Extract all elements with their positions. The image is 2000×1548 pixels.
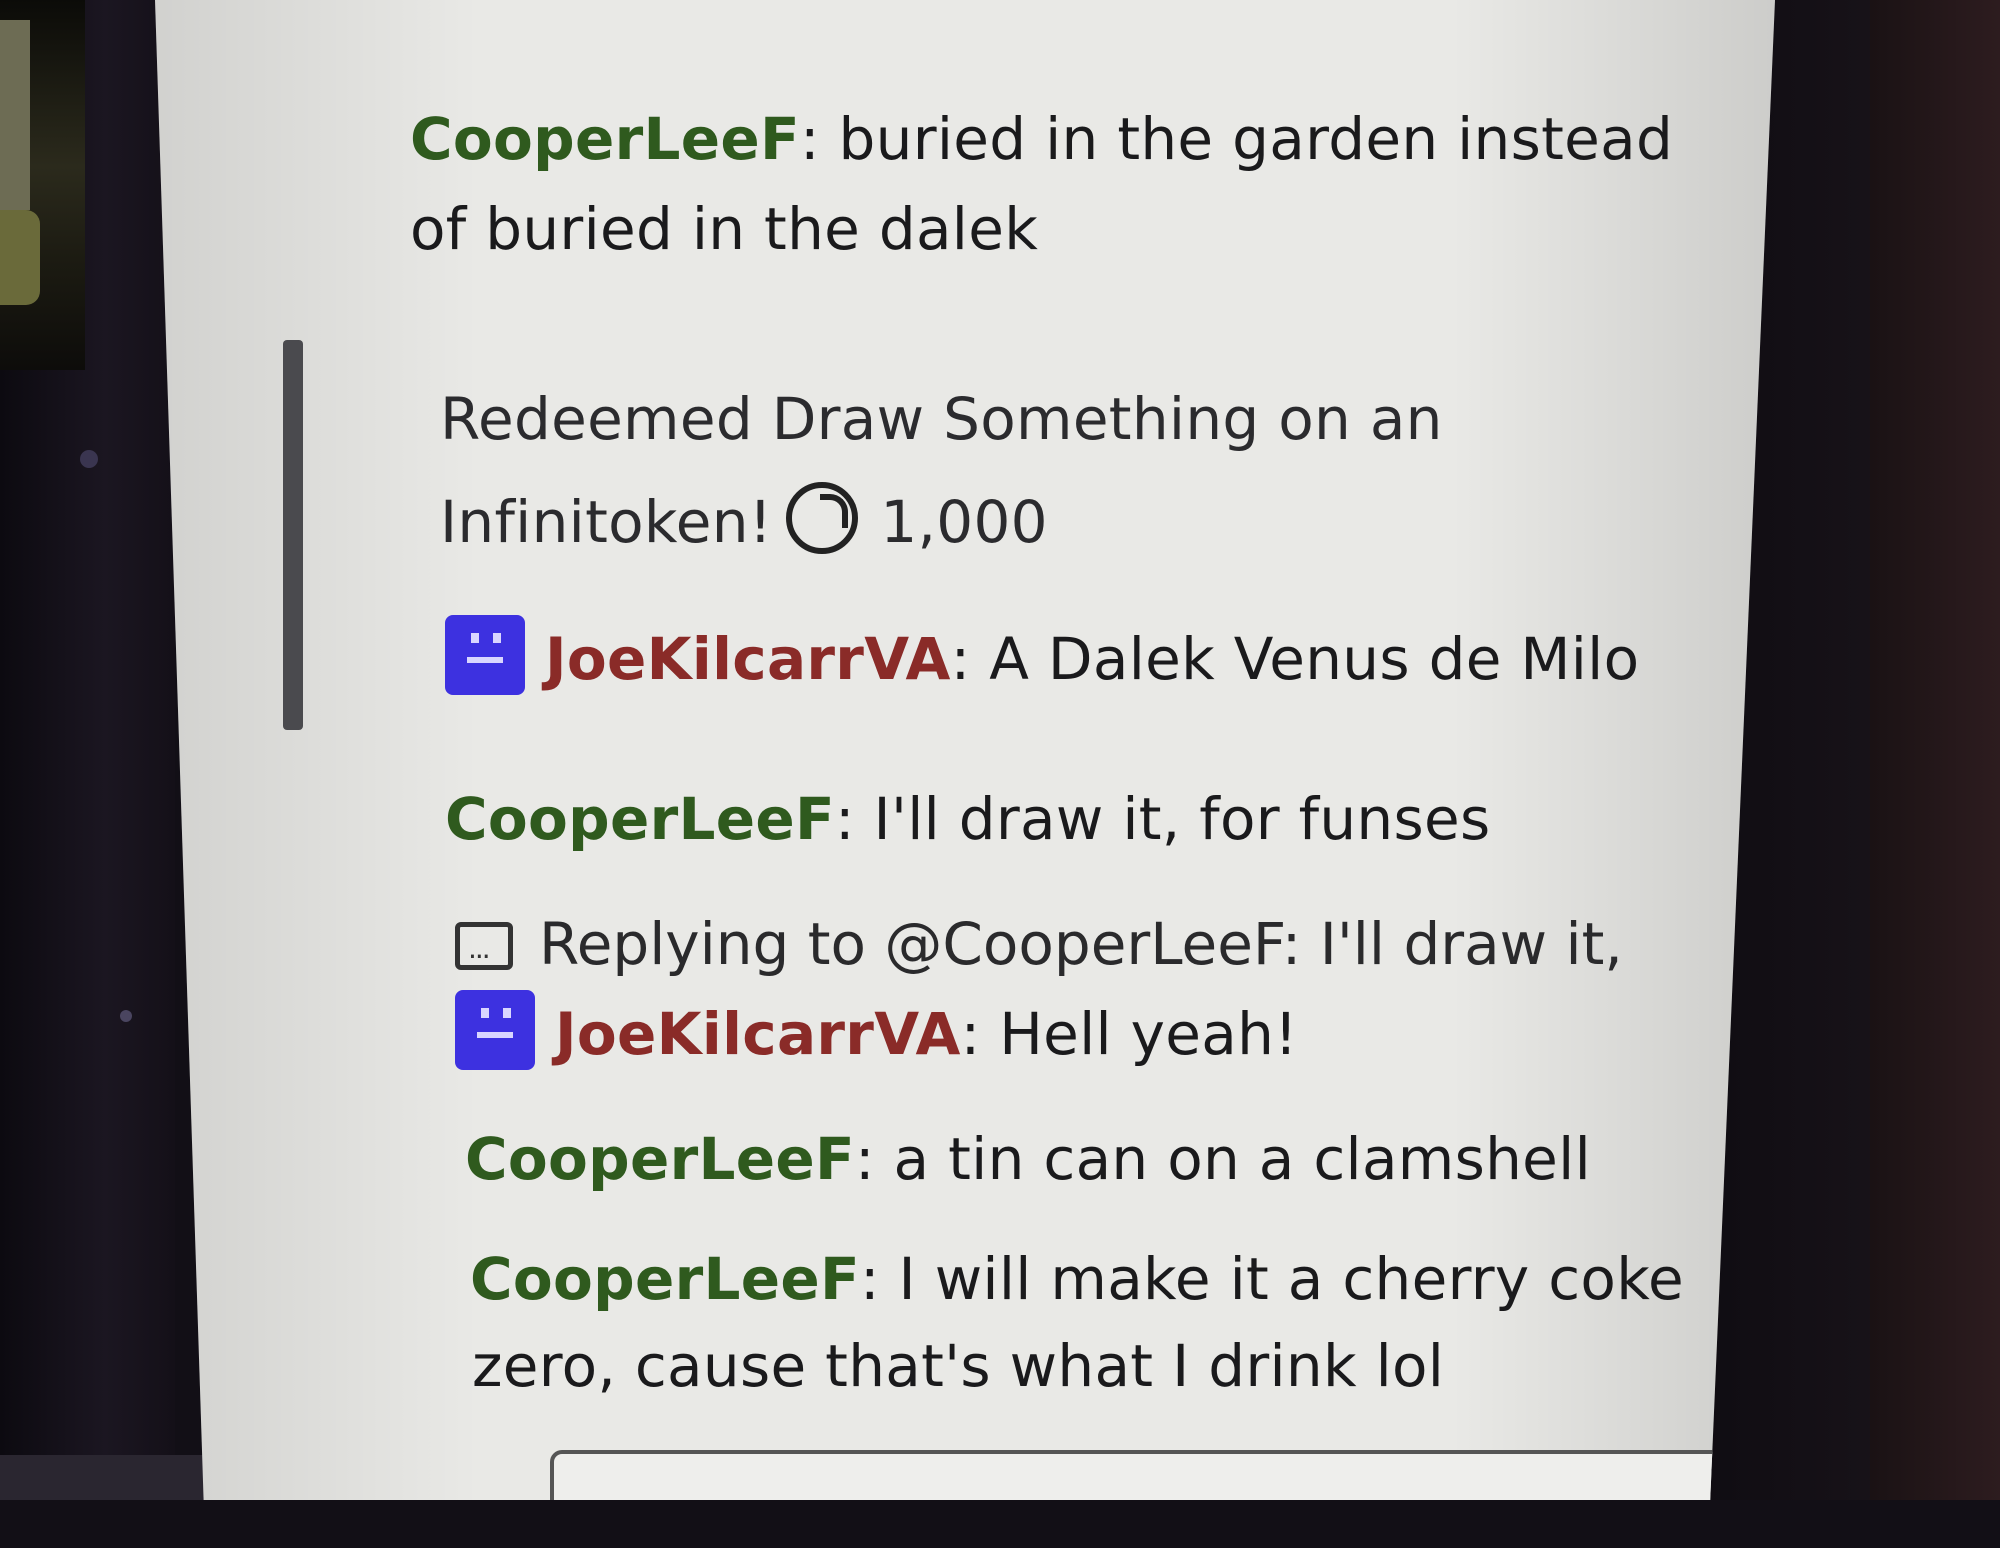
chat-message-continuation: zero, cause that's what I drink lol [472, 1322, 1444, 1410]
redeem-text: Infinitoken! [440, 488, 773, 556]
left-bezel [0, 0, 255, 1500]
message-colon: : [960, 1000, 1000, 1068]
channel-points-icon [786, 482, 859, 554]
chat-username[interactable]: CooperLeeF [470, 1245, 860, 1313]
chat-message: CooperLeeF: I will make it a cherry coke [470, 1235, 1684, 1323]
message-text: Hell yeah! [999, 1000, 1298, 1068]
thumbnail-shape [0, 20, 30, 210]
message-colon: : [859, 1245, 899, 1313]
redeem-message-line2: Infinitoken! 1,000 [440, 478, 1048, 566]
message-colon: : [799, 105, 839, 173]
subscriber-badge-icon[interactable] [445, 615, 525, 695]
redeem-highlight-bar [283, 340, 303, 730]
subscriber-badge-icon[interactable] [455, 990, 535, 1070]
chat-username[interactable]: CooperLeeF [410, 105, 800, 173]
redeem-message: Redeemed Draw Something on an [440, 375, 1443, 463]
background-light [120, 1010, 132, 1022]
chat-username[interactable]: JoeKilcarrVA [545, 625, 951, 693]
chat-input-field[interactable] [550, 1450, 1775, 1500]
message-text: A Dalek Venus de Milo [989, 625, 1640, 693]
chat-username[interactable]: CooperLeeF [465, 1125, 855, 1193]
chat-feed[interactable]: CooperLeeF: buried in the garden instead… [250, 0, 1775, 1500]
redeem-text: Redeemed Draw Something on an [440, 385, 1443, 453]
monitor-edge [1870, 0, 2000, 1500]
chat-message: CooperLeeF: I'll draw it, for funses [445, 775, 1491, 863]
chat-message: JoeKilcarrVA: A Dalek Venus de Milo [445, 615, 1639, 703]
message-text: I'll draw it, for funses [873, 785, 1491, 853]
chat-message: CooperLeeF: a tin can on a clamshell [465, 1115, 1591, 1203]
message-text: I will make it a cherry coke [898, 1245, 1684, 1313]
message-text: buried in the garden instead [838, 105, 1674, 173]
chat-username[interactable]: JoeKilcarrVA [555, 1000, 961, 1068]
message-colon: : [950, 625, 990, 693]
background-light [80, 450, 98, 468]
redeem-cost: 1,000 [880, 488, 1048, 556]
message-colon: : [854, 1125, 894, 1193]
message-colon: : [834, 785, 874, 853]
chat-message-continuation: of buried in the dalek [410, 185, 1038, 273]
chat-username[interactable]: CooperLeeF [445, 785, 835, 853]
message-text: of buried in the dalek [410, 195, 1039, 263]
message-text: zero, cause that's what I drink lol [472, 1332, 1445, 1400]
video-thumbnail [0, 0, 85, 370]
message-text: a tin can on a clamshell [893, 1125, 1591, 1193]
reply-bubble-icon [455, 905, 513, 993]
chat-message: JoeKilcarrVA: Hell yeah! [455, 990, 1298, 1078]
chat-panel: CooperLeeF: buried in the garden instead… [155, 0, 1775, 1500]
chat-message: CooperLeeF: buried in the garden instead [410, 95, 1673, 183]
thumbnail-shape [0, 210, 40, 305]
